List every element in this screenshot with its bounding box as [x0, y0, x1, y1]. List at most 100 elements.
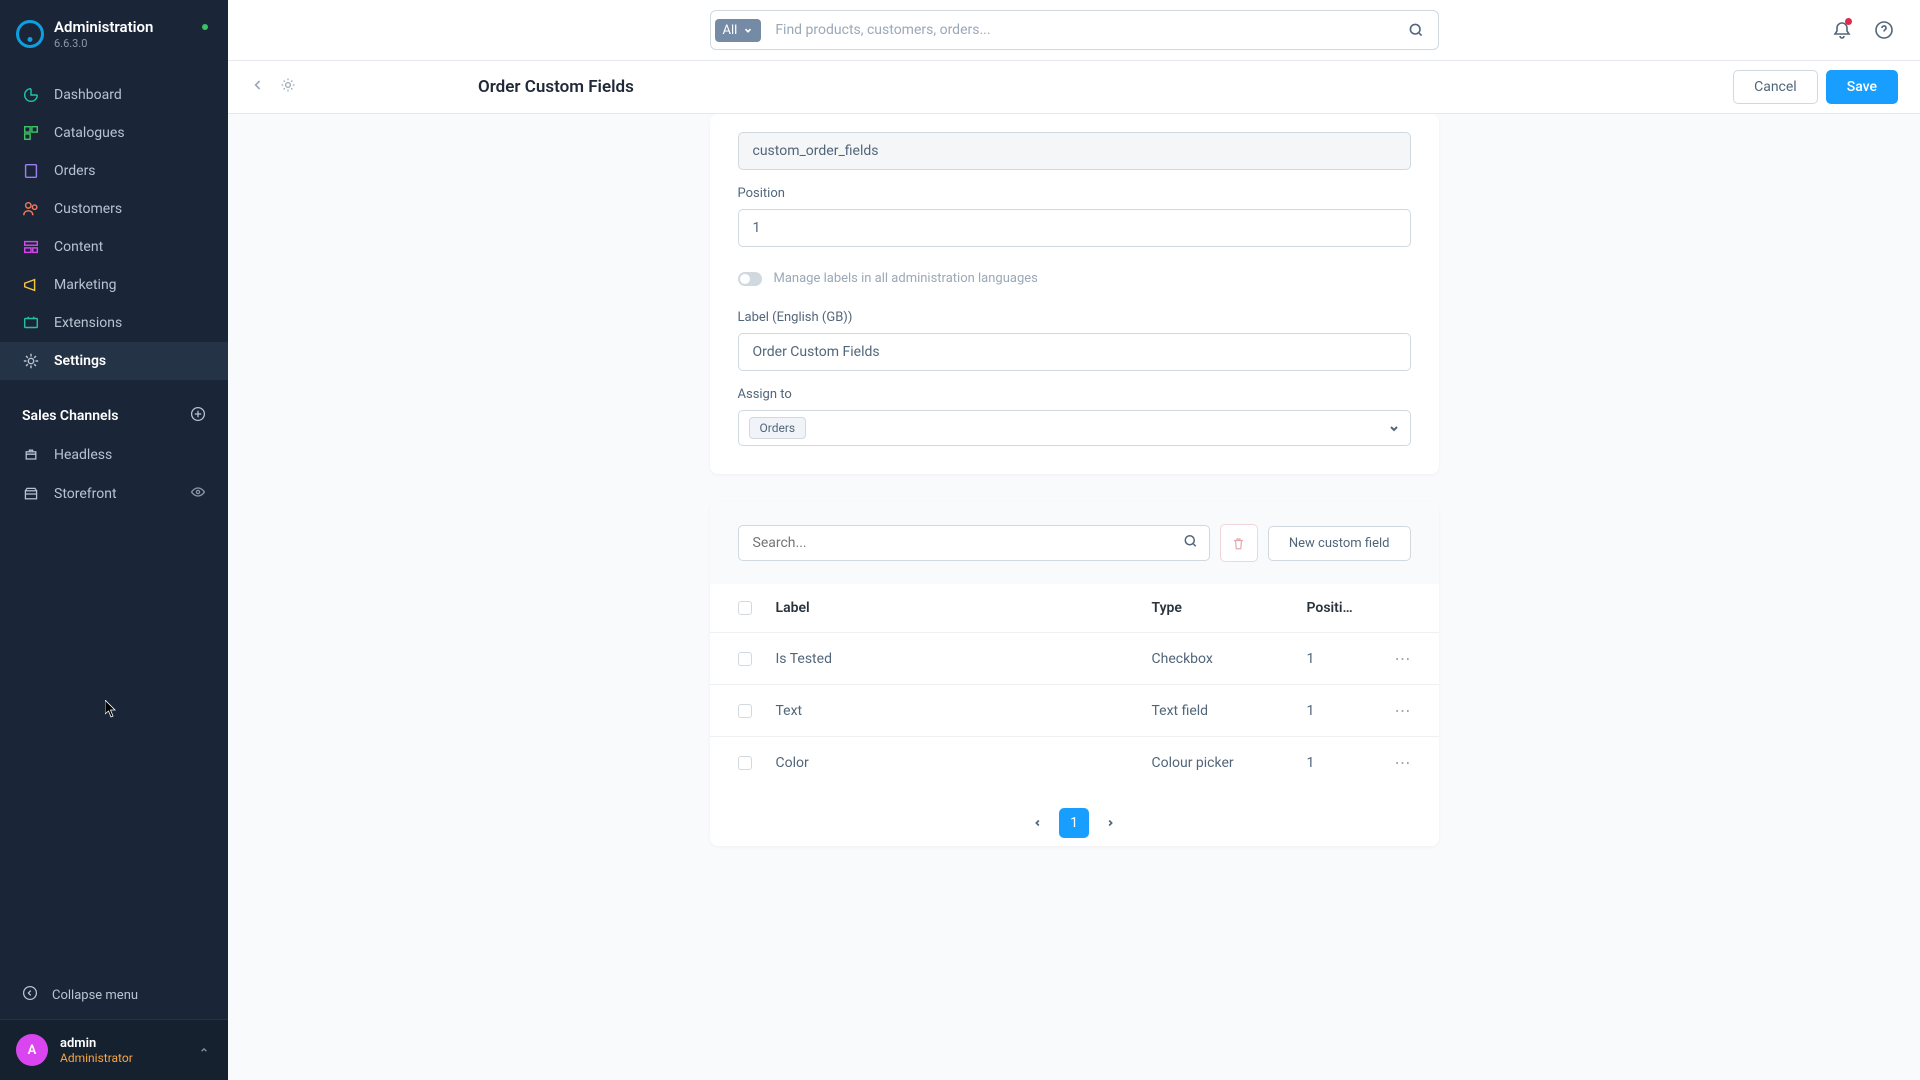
- save-button[interactable]: Save: [1826, 70, 1898, 104]
- sidebar: Administration 6.6.3.0 Dashboard Catalog…: [0, 0, 228, 1080]
- page-actions: Cancel Save: [1733, 70, 1898, 104]
- channel-item-headless[interactable]: Headless: [0, 436, 228, 474]
- delete-fields-button[interactable]: [1220, 524, 1258, 562]
- row-checkbox[interactable]: [738, 704, 752, 718]
- nav-item-catalogues[interactable]: Catalogues: [0, 114, 228, 152]
- nav-item-marketing[interactable]: Marketing: [0, 266, 228, 304]
- fields-table: Label Type Positi… Is Tested Checkbox 1 …: [710, 584, 1439, 788]
- headless-icon: [22, 446, 40, 464]
- page-title: Order Custom Fields: [478, 77, 634, 97]
- technical-name-input: [738, 132, 1411, 170]
- notifications-button[interactable]: [1828, 16, 1856, 44]
- label-input[interactable]: [738, 333, 1411, 371]
- pagination: 1: [710, 788, 1439, 846]
- page-header: Order Custom Fields Cancel Save: [228, 61, 1920, 114]
- label-field: Label (English (GB)): [738, 310, 1411, 371]
- collapse-label: Collapse menu: [52, 988, 138, 1003]
- sales-channels-header: Sales Channels: [0, 388, 228, 436]
- nav-item-orders[interactable]: Orders: [0, 152, 228, 190]
- form-card: Position Manage labels in all administra…: [710, 114, 1439, 474]
- select-all-checkbox[interactable]: [738, 601, 752, 615]
- chevron-up-icon: [198, 1041, 210, 1060]
- assign-select[interactable]: Orders: [738, 410, 1411, 446]
- app-version: 6.6.3.0: [54, 37, 153, 50]
- row-actions-icon[interactable]: ⋯: [1387, 753, 1411, 772]
- nav-item-customers[interactable]: Customers: [0, 190, 228, 228]
- content-area[interactable]: Position Manage labels in all administra…: [228, 114, 1920, 1080]
- fields-search-input[interactable]: [738, 525, 1210, 561]
- search-icon[interactable]: [1398, 22, 1434, 38]
- row-checkbox[interactable]: [738, 756, 752, 770]
- add-channel-icon[interactable]: [190, 406, 206, 426]
- collapse-icon: [22, 985, 38, 1005]
- toggle-row: Manage labels in all administration lang…: [738, 271, 1411, 286]
- chevron-down-icon: [1388, 419, 1400, 438]
- row-label: Color: [776, 755, 1152, 771]
- row-type: Checkbox: [1152, 651, 1307, 667]
- row-checkbox[interactable]: [738, 652, 752, 666]
- table-row[interactable]: Color Colour picker 1 ⋯: [710, 737, 1439, 788]
- assign-tag: Orders: [749, 417, 807, 439]
- row-position: 1: [1307, 703, 1387, 719]
- position-label: Position: [738, 186, 1411, 201]
- row-position: 1: [1307, 755, 1387, 771]
- nav-item-dashboard[interactable]: Dashboard: [0, 76, 228, 114]
- nav-item-extensions[interactable]: Extensions: [0, 304, 228, 342]
- back-icon[interactable]: [250, 77, 266, 97]
- main: All Order Cust: [228, 0, 1920, 1080]
- user-role: Administrator: [60, 1051, 133, 1065]
- row-position: 1: [1307, 651, 1387, 667]
- gear-icon[interactable]: [280, 77, 296, 97]
- notification-badge-icon: [1845, 18, 1852, 25]
- position-input[interactable]: [738, 209, 1411, 247]
- nav-item-settings[interactable]: Settings: [0, 342, 228, 380]
- sales-channels-title: Sales Channels: [22, 408, 118, 424]
- languages-toggle[interactable]: [738, 272, 762, 286]
- storefront-icon: [22, 485, 40, 503]
- nav-label: Customers: [54, 201, 122, 217]
- fields-card: New custom field Label Type Positi… Is T…: [710, 502, 1439, 846]
- prev-page-button[interactable]: [1023, 808, 1053, 838]
- technical-name-field: [738, 132, 1411, 170]
- channel-label: Storefront: [54, 486, 117, 502]
- channel-item-storefront[interactable]: Storefront: [0, 474, 228, 514]
- next-page-button[interactable]: [1095, 808, 1125, 838]
- new-custom-field-button[interactable]: New custom field: [1268, 526, 1411, 561]
- search-filter-dropdown[interactable]: All: [715, 19, 762, 42]
- row-label: Is Tested: [776, 651, 1152, 667]
- col-label-header: Label: [776, 600, 1152, 616]
- sidebar-header: Administration 6.6.3.0: [0, 0, 228, 68]
- nav-label: Content: [54, 239, 103, 255]
- topbar-actions: [1828, 16, 1898, 44]
- marketing-icon: [22, 276, 40, 294]
- table-row[interactable]: Text Text field 1 ⋯: [710, 685, 1439, 737]
- catalogue-icon: [22, 124, 40, 142]
- collapse-menu-button[interactable]: Collapse menu: [0, 971, 228, 1019]
- logo-icon: [16, 20, 44, 48]
- page-number-button[interactable]: 1: [1059, 808, 1089, 838]
- nav-label: Orders: [54, 163, 96, 179]
- cancel-button[interactable]: Cancel: [1733, 70, 1818, 104]
- nav-item-content[interactable]: Content: [0, 228, 228, 266]
- row-actions-icon[interactable]: ⋯: [1387, 701, 1411, 720]
- search-input[interactable]: [761, 22, 1397, 38]
- search-icon[interactable]: [1183, 534, 1198, 553]
- fields-search: [738, 525, 1210, 561]
- search-filter-label: All: [723, 23, 738, 38]
- nav-label: Extensions: [54, 315, 122, 331]
- table-header: Label Type Positi…: [710, 584, 1439, 633]
- header-tools: [250, 77, 296, 97]
- help-button[interactable]: [1870, 16, 1898, 44]
- row-actions-icon[interactable]: ⋯: [1387, 649, 1411, 668]
- assign-field: Assign to Orders: [738, 387, 1411, 446]
- row-type: Text field: [1152, 703, 1307, 719]
- col-position-header: Positi…: [1307, 600, 1387, 616]
- user-panel[interactable]: A admin Administrator: [0, 1019, 228, 1080]
- table-row[interactable]: Is Tested Checkbox 1 ⋯: [710, 633, 1439, 685]
- customers-icon: [22, 200, 40, 218]
- channel-label: Headless: [54, 447, 112, 463]
- label-label: Label (English (GB)): [738, 310, 1411, 325]
- row-type: Colour picker: [1152, 755, 1307, 771]
- position-field: Position: [738, 186, 1411, 247]
- col-type-header: Type: [1152, 600, 1307, 616]
